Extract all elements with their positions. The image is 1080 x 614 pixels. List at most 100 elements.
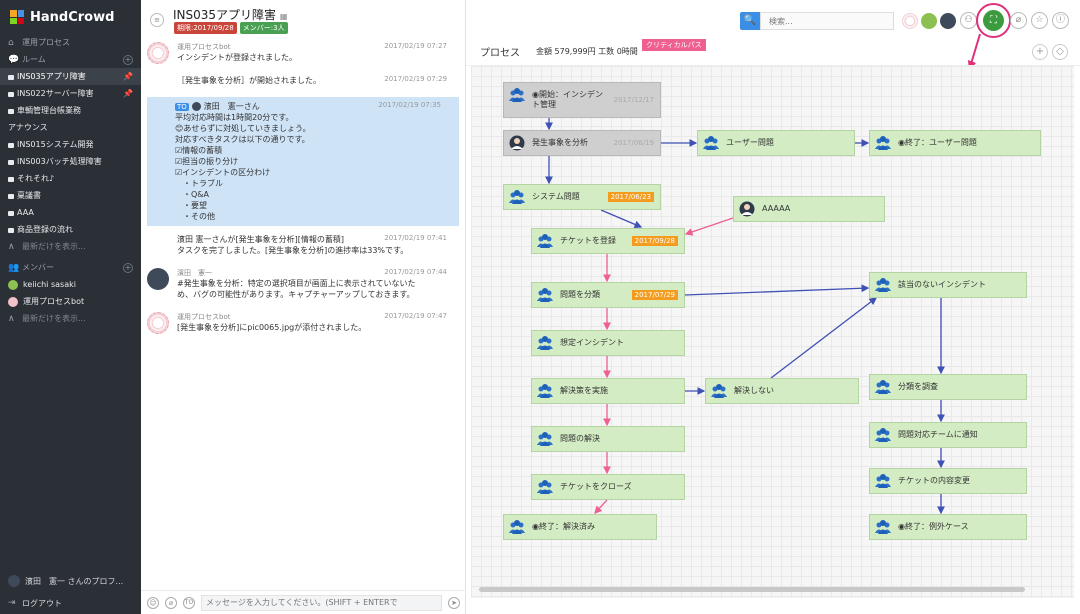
flow-node[interactable]: 問題の解決	[531, 426, 685, 452]
attach-icon[interactable]: ⌀	[165, 596, 177, 609]
sidebar-room-item[interactable]: INS015システム開発	[0, 136, 141, 153]
group-icon	[509, 520, 525, 534]
rooms-show-latest[interactable]: ∧ 最新だけを表示...	[0, 238, 141, 255]
message-time: 2017/02/19 07:27	[384, 42, 447, 50]
sidebar-room-item[interactable]: INS035アプリ障害 📌	[0, 68, 141, 85]
to-tag: TO	[175, 103, 189, 111]
bot-avatar[interactable]	[147, 312, 169, 334]
app-logo[interactable]: HandCrowd	[0, 0, 141, 34]
chat-pane: ≡ INS035アプリ障害 ▦ 期限:2017/09/28 メンバー:3人 運用…	[141, 0, 466, 614]
flow-node[interactable]: チケットをクローズ	[531, 474, 685, 500]
tag-icon[interactable]: ◇	[1052, 44, 1068, 60]
flow-node[interactable]: ◉終了：例外ケース	[869, 514, 1027, 540]
process-canvas[interactable]: ◉開始：インシデン ト管理 2017/12/17 発生事象を分析 2017/06/19…	[471, 66, 1074, 598]
flow-node[interactable]: 想定インシデント	[531, 330, 685, 356]
flow-node[interactable]: システム問題 2017/06/23	[503, 184, 661, 210]
process-flow-icon[interactable]: ⛶	[983, 10, 1004, 31]
flow-node[interactable]: ユーザー問題	[697, 130, 855, 156]
members-icon[interactable]: ⚇	[960, 12, 977, 29]
search-input[interactable]	[760, 12, 894, 30]
lock-icon	[8, 211, 14, 216]
chat-message: 2017/02/19 07:41 濱田 憲一さんが[発生事象を分析][情報の蓄積]…	[141, 230, 465, 260]
flow-node[interactable]: 解決しない	[705, 378, 859, 404]
sidebar-room-item[interactable]: AAA	[0, 204, 141, 221]
flow-node[interactable]: チケットの内容変更	[869, 468, 1027, 494]
flow-node[interactable]: 解決策を実施	[531, 378, 685, 404]
bot-avatar[interactable]	[147, 42, 169, 64]
user-avatar-icon[interactable]	[940, 13, 956, 29]
flow-node-label: AAAAA	[762, 204, 791, 213]
group-icon	[509, 88, 525, 102]
process-summary: 金額 579,999円 工数 0時間	[536, 47, 638, 56]
info-icon[interactable]: ⓘ	[1052, 12, 1069, 29]
flow-node[interactable]: AAAAA	[733, 196, 885, 222]
to-button[interactable]: TO	[183, 596, 195, 609]
message-body: #発生事象を分析：特定の選択項目が画面上に表示されていないた め、バグの可能性が…	[177, 279, 416, 299]
flow-node[interactable]: ◉開始：インシデン ト管理 2017/12/17	[503, 82, 661, 118]
flow-node[interactable]: チケットを登録 2017/09/28	[531, 228, 685, 254]
room-menu-icon[interactable]: ≡	[150, 13, 164, 27]
sidebar-room-item[interactable]: 車輌管理台帳業務	[0, 102, 141, 119]
lock-icon	[8, 143, 14, 148]
flow-node[interactable]: ◉終了：ユーザー問題	[869, 130, 1041, 156]
message-list: 運用プロセスbot 2017/02/19 07:27 インシデントが登録されました。…	[141, 38, 465, 337]
horizontal-scrollbar[interactable]	[479, 587, 1025, 592]
add-room-icon[interactable]: +	[123, 54, 133, 65]
pin-icon[interactable]: 📌	[123, 72, 133, 81]
bot-avatar-icon[interactable]	[902, 13, 918, 29]
flow-node-label: ◉終了：解決済み	[532, 522, 595, 531]
logout-link[interactable]: ⇥ ログアウト	[0, 592, 141, 614]
rooms-show-latest-label: 最新だけを表示...	[22, 242, 86, 251]
star-icon[interactable]: ☆	[1031, 12, 1048, 29]
flow-node[interactable]: 問題を分類 2017/07/29	[531, 282, 685, 308]
message-time: 2017/02/19 07:44	[384, 268, 447, 276]
emoji-icon[interactable]: ☺	[147, 596, 159, 609]
sidebar-member-item[interactable]: 運用プロセスbot	[0, 293, 141, 310]
profile-link[interactable]: 濱田 憲一 さんのプロフ...	[0, 570, 141, 592]
search-icon[interactable]: 🔍	[740, 12, 760, 30]
sidebar-room-item[interactable]: 商品登録の流れ	[0, 221, 141, 238]
chat-message: 運用プロセスbot 2017/02/19 07:47 [発生事象を分析]にpic00…	[141, 308, 465, 337]
group-icon	[875, 136, 891, 150]
message-input[interactable]	[201, 594, 442, 611]
ops-process-link[interactable]: ⌂ 運用プロセス	[0, 34, 141, 51]
attachment-icon[interactable]: ⌀	[1010, 12, 1027, 29]
critical-path-tag[interactable]: クリティカルパス	[642, 39, 706, 51]
members-label: メンバー	[22, 263, 54, 272]
members-badge[interactable]: メンバー:3人	[239, 22, 288, 34]
sidebar-room-item[interactable]: 稟議書	[0, 187, 141, 204]
lock-icon	[8, 109, 14, 114]
logout-icon: ⇥	[8, 598, 16, 608]
sidebar-room-item[interactable]: INS003バッチ処理障害	[0, 153, 141, 170]
flow-node[interactable]: 分類を調査	[869, 374, 1027, 400]
sidebar-room-item[interactable]: アナウンス	[0, 119, 141, 136]
message-time: 2017/02/19 07:35	[378, 101, 441, 109]
message-body: 平均対応時間は1時間20分です。 😊あせらずに対処していきましょう。 対応すべき…	[175, 113, 311, 221]
flow-node-label: ◉終了：例外ケース	[898, 522, 969, 531]
members-show-latest[interactable]: ∧ 最新だけを表示...	[0, 310, 141, 327]
group-icon	[875, 278, 891, 292]
lock-icon	[8, 177, 14, 182]
group-icon	[875, 474, 891, 488]
sidebar-room-label: INS003バッチ処理障害	[17, 157, 102, 166]
flow-node[interactable]: ◉終了：解決済み	[503, 514, 657, 540]
flow-node[interactable]: 問題対応チームに通知	[869, 422, 1027, 448]
send-icon[interactable]: ➤	[448, 596, 460, 609]
flow-edge	[684, 284, 870, 296]
chat-bubbles-icon: 💬	[8, 54, 20, 65]
user-avatar[interactable]	[147, 268, 169, 290]
sidebar-room-item[interactable]: INS022サーバー障害 📌	[0, 85, 141, 102]
room-info-icon[interactable]: ▦	[280, 12, 288, 21]
flow-node[interactable]: 該当のないインシデント	[869, 272, 1027, 298]
add-member-icon[interactable]: +	[123, 262, 133, 273]
member-avatar-icon[interactable]	[921, 13, 937, 29]
rooms-section-header: 💬 ルーム +	[0, 51, 141, 68]
pin-icon[interactable]: 📌	[123, 89, 133, 98]
flow-edge	[600, 209, 643, 229]
sidebar-member-item[interactable]: keiichi sasaki	[0, 276, 141, 293]
flow-node[interactable]: 発生事象を分析 2017/06/19	[503, 130, 661, 156]
sidebar-room-item[interactable]: それそれ♪	[0, 170, 141, 187]
sidebar-member-label: keiichi sasaki	[23, 280, 76, 289]
flow-node-label: チケットを登録	[560, 236, 616, 245]
add-node-icon[interactable]: +	[1032, 44, 1048, 60]
